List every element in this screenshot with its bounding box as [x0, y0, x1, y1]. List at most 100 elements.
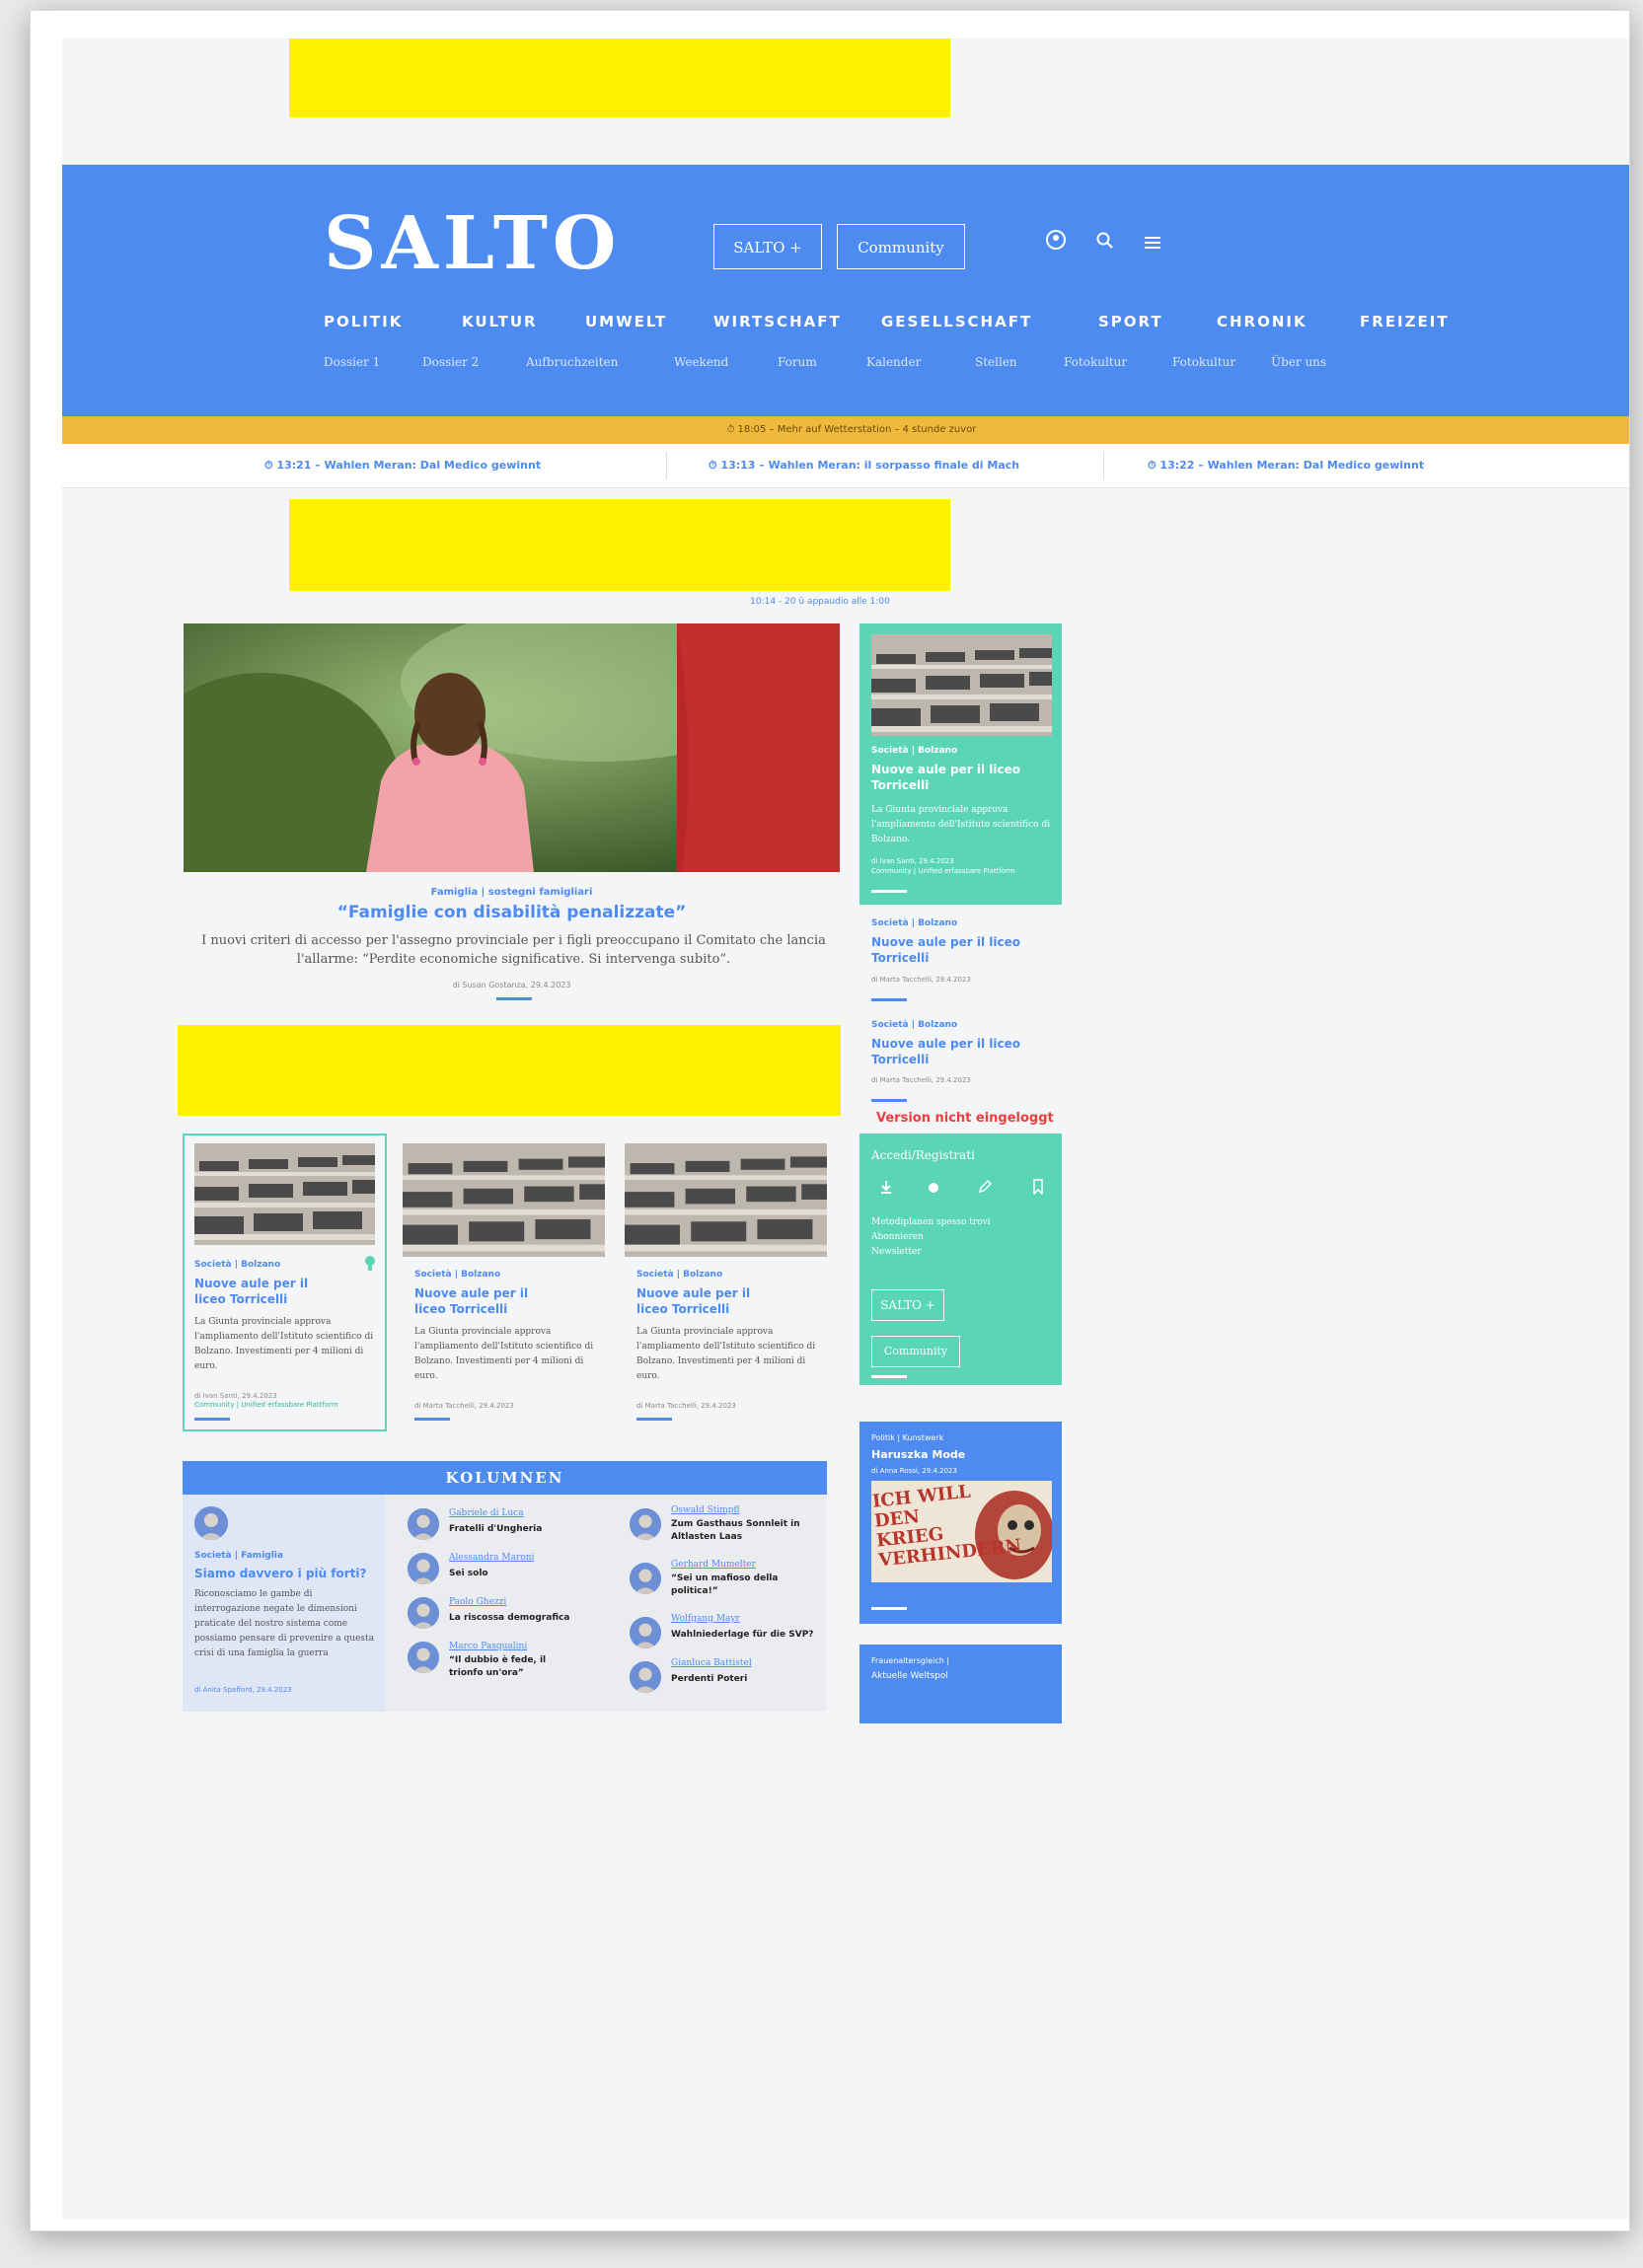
grid-card-kicker[interactable]: Società | Bolzano	[194, 1260, 280, 1270]
community-button[interactable]: Community	[837, 224, 965, 269]
hero-image[interactable]	[184, 623, 840, 872]
login-link[interactable]: Newsletter	[871, 1247, 922, 1257]
subnav-item[interactable]: Forum	[778, 355, 817, 369]
author-avatar[interactable]	[630, 1617, 661, 1648]
hero-text: I nuovi criteri di accesso per l'assegno…	[201, 933, 826, 967]
subnav-item[interactable]: Dossier 2	[422, 355, 479, 369]
subnav-item[interactable]: Aufbruchzeiten	[526, 355, 618, 369]
columnist-name[interactable]: Alessandra Maroni	[449, 1553, 534, 1563]
menu-icon[interactable]	[1136, 228, 1169, 261]
columnist-name[interactable]: Gianluca Battistel	[671, 1658, 752, 1668]
subnav-item[interactable]: Fotokultur	[1064, 355, 1127, 369]
grid-card-title[interactable]: Nuove aule per il liceo Torricelli	[194, 1276, 342, 1307]
columnist-name[interactable]: Marco Pasqualini	[449, 1642, 527, 1651]
content-ad[interactable]	[178, 1025, 841, 1116]
top-ad-banner[interactable]	[289, 38, 950, 117]
login-box-title[interactable]: Accedi/Registrati	[871, 1148, 975, 1162]
salto-plus-button[interactable]: SALTO +	[713, 224, 822, 269]
subnav-item[interactable]: Fotokultur	[1172, 355, 1235, 369]
hero-kicker[interactable]: Famiglia | sostegni famigliari	[184, 887, 840, 898]
author-avatar[interactable]	[408, 1597, 439, 1629]
subnav-item[interactable]: Stellen	[975, 355, 1017, 369]
grid-card-title[interactable]: Nuove aule per il liceo Torricelli	[636, 1285, 784, 1317]
breaking-news-bar[interactable]: ⏱ 18:05 – Mehr auf Wetterstation – 4 stu…	[62, 416, 1629, 444]
sidebar-blue-title[interactable]: Aktuelle Weltspol	[871, 1671, 948, 1681]
login-link[interactable]: Metodiplanen spesso trovi	[871, 1217, 991, 1227]
sidebar-blue-title[interactable]: Haruszka Mode	[871, 1448, 965, 1461]
grid-card-kicker[interactable]: Società | Bolzano	[636, 1270, 722, 1280]
grid-card-image[interactable]	[403, 1143, 605, 1257]
sidebar-list-title[interactable]: Nuove aule per il liceo Torricelli	[871, 1036, 1029, 1067]
sidebar-card-image[interactable]	[871, 634, 1052, 736]
columnist-name[interactable]: Gabriele di Luca	[449, 1508, 524, 1518]
author-avatar[interactable]	[630, 1508, 661, 1540]
ticker-item[interactable]: ⏱ 13:21 – Wahlen Meran: Dal Medico gewin…	[264, 444, 541, 487]
search-icon[interactable]	[1088, 228, 1122, 261]
sidebar-community-button[interactable]: Community	[871, 1336, 960, 1367]
download-icon[interactable]	[873, 1177, 899, 1203]
grid-card-meta: di Ivan Santi, 29.4.2023	[194, 1392, 277, 1400]
circle-icon[interactable]	[921, 1177, 946, 1203]
grid-card-image[interactable]	[194, 1143, 375, 1245]
grid-card-title[interactable]: Nuove aule per il liceo Torricelli	[414, 1285, 562, 1317]
sidebar-card-meta: di Ivan Santi, 29.4.2023	[871, 857, 954, 865]
sidebar-card-kicker[interactable]: Società | Bolzano	[871, 746, 957, 756]
nav-wirtschaft[interactable]: WIRTSCHAFT	[713, 313, 842, 330]
nav-freizeit[interactable]: FREIZEIT	[1360, 313, 1450, 330]
hero-title[interactable]: “Famiglie con disabilità penalizzate”	[184, 903, 840, 922]
author-avatar[interactable]	[630, 1563, 661, 1594]
sidebar-blue-kicker[interactable]: Frauenaltersgleich |	[871, 1656, 949, 1665]
columnist-name[interactable]: Paolo Ghezzi	[449, 1597, 506, 1607]
hero-underline	[496, 997, 532, 1000]
sidebar-list-kicker[interactable]: Società | Bolzano	[871, 1020, 957, 1030]
grid-card-kicker[interactable]: Società | Bolzano	[414, 1270, 500, 1280]
sidebar-card-title[interactable]: Nuove aule per il liceo Torricelli	[871, 762, 1049, 793]
column-title[interactable]: Sei solo	[449, 1566, 488, 1582]
grid-card-meta: di Marta Tacchelli, 29.4.2023	[414, 1402, 514, 1410]
login-link[interactable]: Abonnieren	[871, 1232, 924, 1242]
columnist-name[interactable]: Gerhard Mumelter	[671, 1560, 756, 1570]
grid-card-meta2: Community | Unified erfassbare Plattform	[194, 1401, 338, 1409]
nav-sport[interactable]: SPORT	[1098, 313, 1163, 330]
sidebar-card-text: La Giunta provinciale approva l'ampliame…	[871, 805, 1051, 844]
subnav-item[interactable]: Weekend	[674, 355, 728, 369]
ticker-item[interactable]: ⏱ 13:13 – Wahlen Meran: il sorpasso fina…	[709, 444, 1019, 487]
sidebar-salto-button[interactable]: SALTO +	[871, 1289, 944, 1321]
author-avatar[interactable]	[408, 1553, 439, 1584]
nav-chronik[interactable]: CHRONIK	[1217, 313, 1307, 330]
kolumnen-feature-title[interactable]: Siamo davvero i più forti?	[194, 1567, 367, 1580]
nav-kultur[interactable]: KULTUR	[462, 313, 538, 330]
subnav-item[interactable]: Dossier 1	[324, 355, 380, 369]
author-avatar[interactable]	[408, 1642, 439, 1673]
column-title[interactable]: Wahlniederlage für die SVP?	[671, 1627, 814, 1644]
ticker-item[interactable]: ⏱ 13:22 – Wahlen Meran: Dal Medico gewin…	[1148, 444, 1424, 487]
author-avatar[interactable]	[408, 1508, 439, 1540]
columnist-name[interactable]: Wolfgang Mayr	[671, 1614, 740, 1624]
subnav-item[interactable]: Kalender	[866, 355, 921, 369]
sidebar-list-kicker[interactable]: Società | Bolzano	[871, 918, 957, 928]
nav-gesellschaft[interactable]: GESELLSCHAFT	[881, 313, 1032, 330]
kolumnen-feature-kicker[interactable]: Società | Famiglia	[194, 1551, 283, 1561]
column-title[interactable]: “Il dubbio è fede, il trionfo un'ora”	[449, 1654, 567, 1680]
site-logo[interactable]: SALTO	[324, 204, 621, 283]
leaderboard-ad[interactable]	[289, 499, 950, 591]
column-title[interactable]: Fratelli d'Ungheria	[449, 1521, 542, 1538]
author-avatar[interactable]	[194, 1506, 228, 1540]
grid-card-image[interactable]	[625, 1143, 827, 1257]
edit-icon[interactable]	[972, 1177, 998, 1203]
column-title[interactable]: “Sei un mafioso della politica!”	[671, 1573, 809, 1598]
sidebar-blue-image-text: ICH WILL DEN KRIEG VERHINDERN	[871, 1481, 1022, 1572]
subnav-item[interactable]: Über uns	[1271, 355, 1326, 369]
column-title[interactable]: Perdenti Poteri	[671, 1671, 747, 1688]
sidebar-blue-kicker[interactable]: Politik | Kunstwerk	[871, 1433, 943, 1442]
author-avatar[interactable]	[630, 1661, 661, 1693]
column-title[interactable]: Zum Gasthaus Sonnleit in Altlasten Laas	[671, 1518, 819, 1544]
nav-politik[interactable]: POLITIK	[324, 313, 403, 330]
columnist-name[interactable]: Oswald Stimpfl	[671, 1505, 740, 1515]
bookmark-icon[interactable]	[1025, 1177, 1051, 1203]
nav-umwelt[interactable]: UMWELT	[585, 313, 667, 330]
sidebar-list-title[interactable]: Nuove aule per il liceo Torricelli	[871, 934, 1029, 966]
user-circle-icon[interactable]	[1039, 228, 1073, 261]
column-title[interactable]: La riscossa demografica	[449, 1610, 569, 1627]
sidebar-blue-image[interactable]: ICH WILL DEN KRIEG VERHINDERN	[871, 1481, 1052, 1582]
